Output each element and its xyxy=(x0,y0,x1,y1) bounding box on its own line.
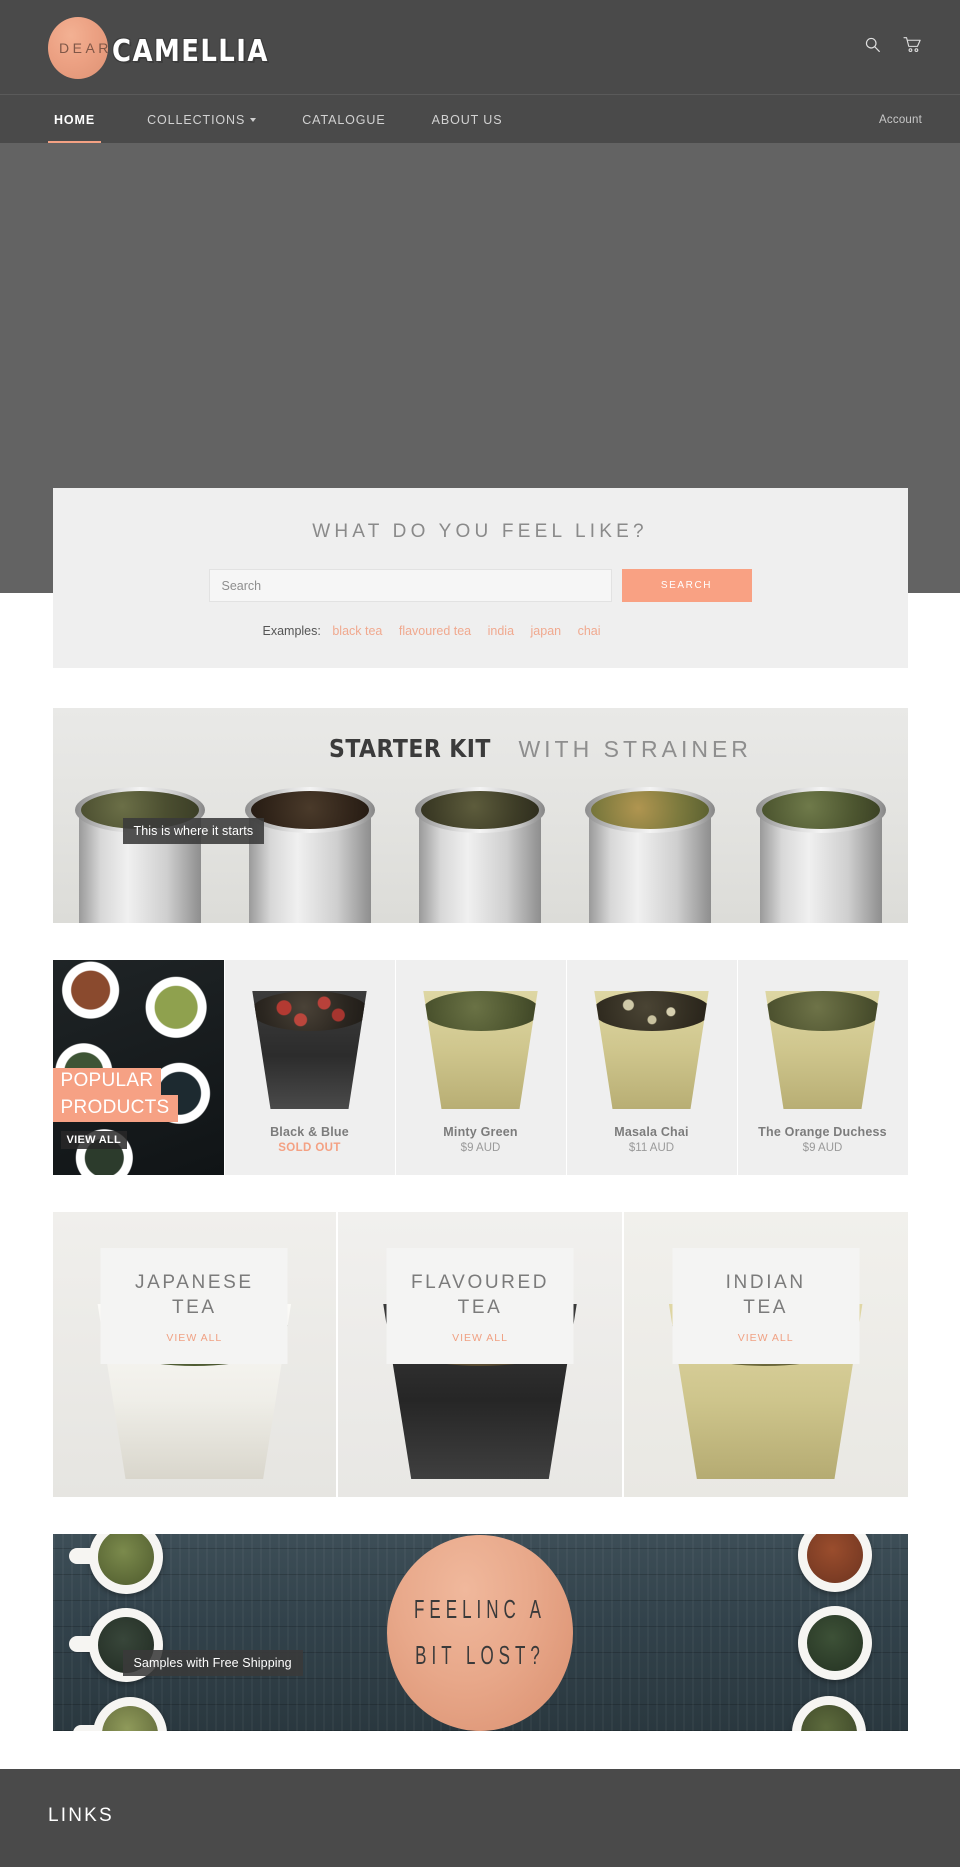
starter-kit-title-bold: STARTER KIT xyxy=(329,734,491,763)
lost-banner-caption: Samples with Free Shipping xyxy=(122,1650,303,1676)
example-link-japan[interactable]: japan xyxy=(531,624,562,638)
lost-banner-line1: FEELINC A xyxy=(414,1594,546,1624)
product-image xyxy=(225,960,395,1115)
product-card[interactable]: Masala Chai $11 AUD xyxy=(566,960,737,1175)
category-view-all-link[interactable]: VIEW ALL xyxy=(109,1332,280,1344)
starter-kit-title: STARTER KIT WITH STRAINER xyxy=(53,734,908,763)
search-input[interactable] xyxy=(208,569,612,602)
example-link-black-tea[interactable]: black tea xyxy=(332,624,382,638)
chevron-down-icon xyxy=(250,117,257,122)
popular-products-grid: POPULAR PRODUCTS VIEW ALL Black & Blue S… xyxy=(52,960,908,1175)
search-heading: WHAT DO YOU FEEL LIKE? xyxy=(312,521,648,542)
category-view-all-link[interactable]: VIEW ALL xyxy=(395,1332,566,1344)
tea-cup-icon xyxy=(72,1697,167,1731)
footer-links-heading: LINKS xyxy=(48,1805,114,1826)
banner-starter-kit[interactable]: STARTER KIT WITH STRAINER This is where … xyxy=(52,708,908,923)
starter-kit-caption: This is where it starts xyxy=(122,818,265,844)
product-title: Masala Chai xyxy=(614,1125,689,1139)
category-tile-japanese-tea[interactable]: JAPANESE TEA VIEW ALL xyxy=(52,1212,337,1497)
product-price: $9 AUD xyxy=(802,1142,843,1154)
nav-label-home: HOME xyxy=(54,112,96,127)
site-header: DEAR CAMELLIA xyxy=(0,0,960,94)
tea-cup-icon xyxy=(791,1696,866,1731)
promo-tile-popular-products[interactable]: POPULAR PRODUCTS VIEW ALL xyxy=(52,960,224,1175)
search-panel: WHAT DO YOU FEEL LIKE? SEARCH Examples: … xyxy=(52,488,908,668)
category-tiles: JAPANESE TEA VIEW ALL FLAVOURED TEA VIEW… xyxy=(52,1212,908,1497)
nav-list: HOME COLLECTIONS CATALOGUE ABOUT US xyxy=(48,95,534,144)
example-link-flavoured-tea[interactable]: flavoured tea xyxy=(399,624,471,638)
category-card: JAPANESE TEA VIEW ALL xyxy=(100,1248,288,1365)
product-price: $9 AUD xyxy=(460,1142,501,1154)
nav-label-catalogue: CATALOGUE xyxy=(302,112,386,127)
logo-word-camellia: CAMELLIA xyxy=(112,34,269,69)
tea-cup-icon xyxy=(797,1606,872,1680)
product-title: Black & Blue xyxy=(270,1125,349,1139)
product-title: Minty Green xyxy=(443,1125,518,1139)
category-title: JAPANESE TEA xyxy=(135,1272,254,1319)
nav-item-home[interactable]: HOME xyxy=(48,95,102,144)
promo-tile-label: POPULAR PRODUCTS xyxy=(52,1068,178,1122)
header-icon-group xyxy=(864,36,922,53)
examples-label: Examples: xyxy=(262,624,321,638)
product-card[interactable]: The Orange Duchess $9 AUD xyxy=(737,960,908,1175)
example-link-chai[interactable]: chai xyxy=(578,624,601,638)
search-section: WHAT DO YOU FEEL LIKE? SEARCH Examples: … xyxy=(0,488,960,708)
nav-label-collections: COLLECTIONS xyxy=(147,112,246,127)
category-tile-indian-tea[interactable]: INDIAN TEA VIEW ALL xyxy=(623,1212,908,1497)
main-navigation: HOME COLLECTIONS CATALOGUE ABOUT US Acco… xyxy=(0,94,960,144)
tea-cup-icon xyxy=(68,1534,163,1594)
promo-view-all-button[interactable]: VIEW ALL xyxy=(60,1131,128,1149)
tea-tins-illustration xyxy=(53,783,908,923)
starter-kit-title-light: WITH STRAINER xyxy=(518,736,752,762)
tea-cup-icon xyxy=(797,1534,872,1592)
example-link-india[interactable]: india xyxy=(488,624,514,638)
nav-item-catalogue[interactable]: CATALOGUE xyxy=(288,95,399,144)
lost-banner-circle: FEELINC A BIT LOST? xyxy=(387,1534,573,1731)
lost-banner-line2: BIT LOST? xyxy=(415,1640,545,1670)
category-title: INDIAN TEA xyxy=(725,1272,806,1319)
product-price: SOLD OUT xyxy=(278,1142,341,1154)
promo-label-line1: POPULAR xyxy=(52,1068,162,1095)
logo-word-dear: DEAR xyxy=(59,40,112,56)
account-link[interactable]: Account xyxy=(879,114,922,126)
product-image xyxy=(738,960,908,1115)
cart-icon[interactable] xyxy=(903,36,922,53)
search-icon[interactable] xyxy=(864,36,881,53)
product-card[interactable]: Minty Green $9 AUD xyxy=(395,960,566,1175)
nav-item-collections[interactable]: COLLECTIONS xyxy=(133,95,270,144)
product-title: The Orange Duchess xyxy=(758,1125,887,1139)
product-image xyxy=(396,960,566,1115)
category-view-all-link[interactable]: VIEW ALL xyxy=(680,1332,851,1344)
category-card: FLAVOURED TEA VIEW ALL xyxy=(386,1248,574,1365)
promo-label-line2: PRODUCTS xyxy=(52,1095,178,1122)
main-content: STARTER KIT WITH STRAINER This is where … xyxy=(52,708,908,1731)
product-image xyxy=(567,960,737,1115)
search-examples: Examples: black tea flavoured tea india … xyxy=(53,624,908,638)
product-price: $11 AUD xyxy=(628,1142,675,1154)
banner-feeling-lost[interactable]: FEELINC A BIT LOST? Samples with Free Sh… xyxy=(52,1534,908,1731)
category-card: INDIAN TEA VIEW ALL xyxy=(672,1248,860,1365)
nav-label-about-us: ABOUT US xyxy=(431,112,503,127)
site-footer: LINKS xyxy=(0,1769,960,1867)
product-card[interactable]: Black & Blue SOLD OUT xyxy=(224,960,395,1175)
search-submit-button[interactable]: SEARCH xyxy=(621,569,752,602)
nav-item-about-us[interactable]: ABOUT US xyxy=(418,95,517,144)
category-title: FLAVOURED TEA xyxy=(410,1272,550,1319)
category-tile-flavoured-tea[interactable]: FLAVOURED TEA VIEW ALL xyxy=(338,1212,622,1497)
